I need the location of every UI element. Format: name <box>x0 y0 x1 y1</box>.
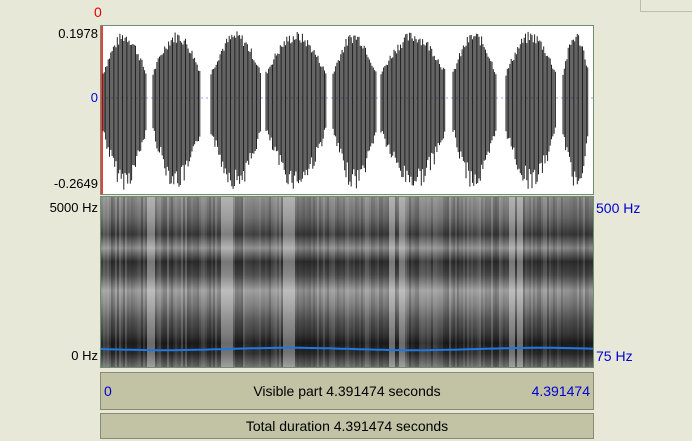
total-duration-bar[interactable]: Total duration 4.391474 seconds <box>100 413 594 439</box>
waveform-plot <box>101 26 593 194</box>
waveform-zero-label: 0 <box>90 90 98 105</box>
visible-part-label: Visible part 4.391474 seconds <box>253 383 441 399</box>
total-duration-label: Total duration 4.391474 seconds <box>245 418 449 434</box>
visible-start-time: 0 <box>104 383 112 399</box>
waveform-panel[interactable] <box>100 25 594 195</box>
spectrogram-panel[interactable] <box>100 196 594 368</box>
visible-end-time: 4.391474 <box>531 383 590 399</box>
spectrogram-plot <box>101 197 593 367</box>
waveform-min-label: -0.2649 <box>53 176 98 191</box>
window-edge-strip <box>640 0 692 12</box>
visible-part-bar[interactable]: 0 Visible part 4.391474 seconds 4.391474 <box>100 372 594 410</box>
waveform-max-label: 0.1978 <box>58 26 98 41</box>
spectrogram-min-freq-label: 0 Hz <box>71 348 98 363</box>
spectrogram-max-freq-label: 5000 Hz <box>49 200 98 215</box>
cursor-time-label: 0 <box>94 4 102 20</box>
pitch-min-label: 75 Hz <box>596 348 633 364</box>
pitch-max-label: 500 Hz <box>596 200 641 216</box>
